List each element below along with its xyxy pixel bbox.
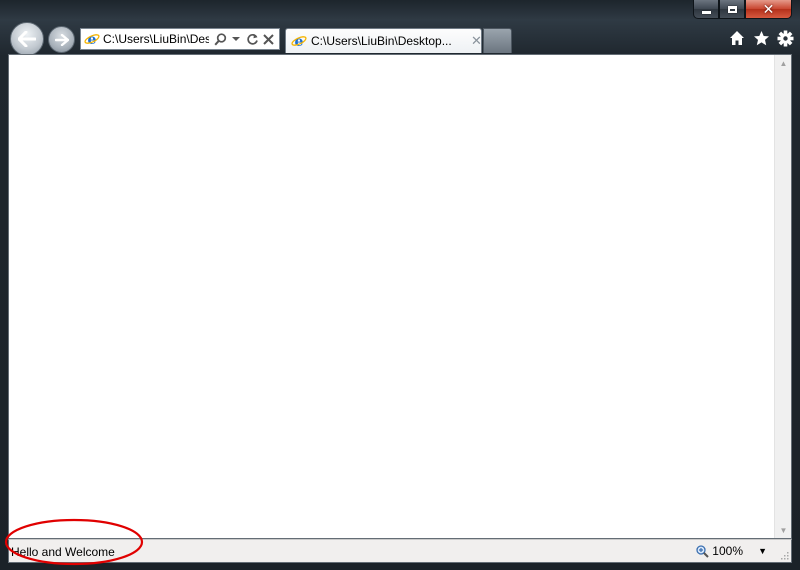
dropdown-icon[interactable] [229,31,243,47]
zoom-dropdown-icon[interactable]: ▼ [758,546,767,556]
vertical-scrollbar[interactable]: ▲ ▼ [774,55,791,538]
zoom-icon [696,544,710,558]
home-icon[interactable] [728,28,746,48]
scroll-up-icon[interactable]: ▲ [775,55,792,71]
new-tab-button[interactable] [483,28,512,53]
arrow-right-icon [54,33,69,46]
tab-title: C:\Users\LiuBin\Desktop... [311,34,452,48]
tab-close-icon[interactable]: ✕ [471,33,482,49]
status-text: Hello and Welcome [11,545,115,559]
minimize-button[interactable] [693,0,719,19]
page-content[interactable]: ▲ ▼ [8,54,792,539]
command-icons [728,28,794,48]
browser-window: ✕ e C:\Users\LiuBin\Desktop\ [0,0,800,570]
forward-button[interactable] [48,26,75,53]
arrow-left-icon [18,31,36,47]
zoom-level: 100% [712,544,743,558]
scroll-down-icon[interactable]: ▼ [775,522,792,538]
gear-icon[interactable] [776,28,794,48]
tab-active[interactable]: e C:\Users\LiuBin\Desktop... ✕ [285,28,482,53]
close-button[interactable]: ✕ [745,0,792,19]
back-button[interactable] [10,22,44,56]
caption-buttons: ✕ [693,0,792,20]
address-bar[interactable]: e C:\Users\LiuBin\Desktop\ [80,28,280,50]
favorites-star-icon[interactable] [752,28,770,48]
zoom-control[interactable]: 100% [696,544,743,558]
refresh-icon[interactable] [245,31,259,47]
maximize-button[interactable] [719,0,745,19]
stop-icon[interactable] [261,31,275,47]
address-input[interactable]: C:\Users\LiuBin\Desktop\ [103,32,209,46]
search-icon[interactable] [213,31,227,47]
ie-icon: e [84,32,100,47]
ie-icon: e [291,34,307,49]
resize-grip-icon[interactable] [779,550,789,560]
maximize-icon [727,5,737,13]
close-icon: ✕ [762,1,775,17]
address-tools [213,31,275,47]
minimize-icon [701,10,711,14]
status-bar: Hello and Welcome 100% ▼ [8,539,792,563]
